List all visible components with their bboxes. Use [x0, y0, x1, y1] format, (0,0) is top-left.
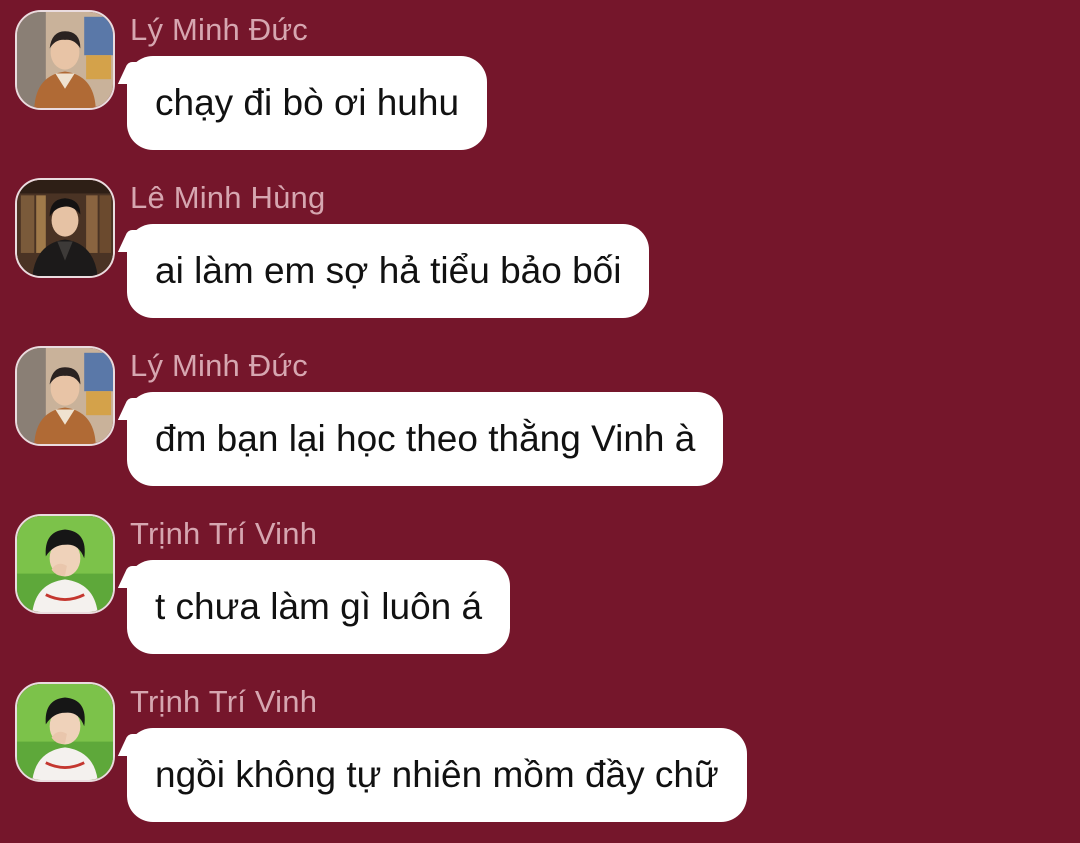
avatar-le-minh-hung-icon[interactable]: [15, 178, 115, 278]
avatar-trinh-tri-vinh-icon[interactable]: [15, 514, 115, 614]
message-text: t chưa làm gì luôn á: [155, 586, 483, 627]
chat-thread: Lý Minh Đức chạy đi bò ơi huhu Lê Minh H…: [0, 0, 1080, 843]
sender-name: Lê Minh Hùng: [130, 180, 326, 215]
message-row: Trịnh Trí Vinh ngồi không tự nhiên mồm đ…: [0, 672, 1080, 822]
message-text: ai làm em sợ hả tiểu bảo bối: [155, 250, 622, 291]
message-text: chạy đi bò ơi huhu: [155, 82, 460, 123]
sender-name: Trịnh Trí Vinh: [130, 516, 318, 551]
message-row: Trịnh Trí Vinh t chưa làm gì luôn á: [0, 504, 1080, 654]
avatar-ly-minh-duc-icon[interactable]: [15, 10, 115, 110]
message-bubble[interactable]: t chưa làm gì luôn á: [127, 560, 511, 654]
message-bubble[interactable]: đm bạn lại học theo thằng Vinh à: [127, 392, 724, 486]
avatar-ly-minh-duc-icon[interactable]: [15, 346, 115, 446]
message-row: Lê Minh Hùng ai làm em sợ hả tiểu bảo bố…: [0, 168, 1080, 318]
sender-name: Lý Minh Đức: [130, 12, 308, 47]
message-bubble[interactable]: ai làm em sợ hả tiểu bảo bối: [127, 224, 650, 318]
message-text: đm bạn lại học theo thằng Vinh à: [155, 418, 696, 459]
avatar-trinh-tri-vinh-icon[interactable]: [15, 682, 115, 782]
message-bubble[interactable]: ngồi không tự nhiên mồm đầy chữ: [127, 728, 747, 822]
message-row: Lý Minh Đức đm bạn lại học theo thằng Vi…: [0, 336, 1080, 486]
sender-name: Trịnh Trí Vinh: [130, 684, 318, 719]
sender-name: Lý Minh Đức: [130, 348, 308, 383]
message-text: ngồi không tự nhiên mồm đầy chữ: [155, 754, 719, 795]
message-row: Lý Minh Đức chạy đi bò ơi huhu: [0, 0, 1080, 150]
message-bubble[interactable]: chạy đi bò ơi huhu: [127, 56, 488, 150]
